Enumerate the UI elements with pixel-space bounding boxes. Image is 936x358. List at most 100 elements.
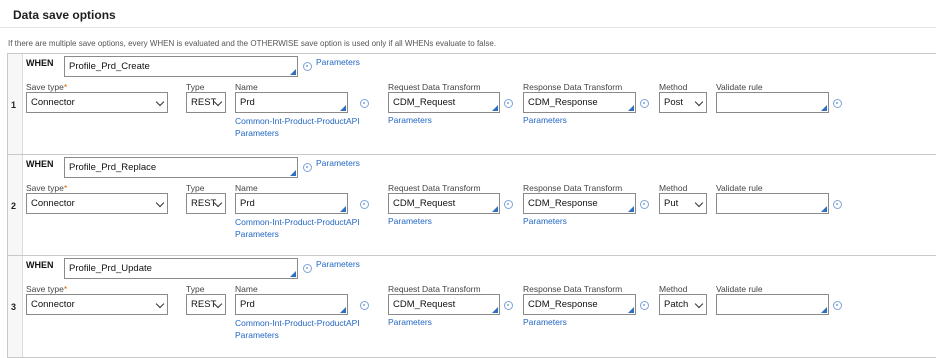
- name-class-link[interactable]: Common-Int-Product-ProductAPI: [235, 217, 360, 227]
- type-label: Type: [186, 82, 205, 92]
- type-select[interactable]: REST: [186, 92, 226, 113]
- validate-rule-input[interactable]: [716, 193, 829, 214]
- chevron-down-icon: [694, 299, 704, 309]
- section-divider: [0, 27, 936, 28]
- method-label: Method: [659, 82, 688, 92]
- validate-rule-input[interactable]: [716, 294, 829, 315]
- autocomplete-corner-icon: [492, 105, 498, 111]
- row-gutter: 3: [8, 256, 23, 357]
- save-type-select[interactable]: Connector: [26, 294, 168, 315]
- when-input[interactable]: Profile_Prd_Create: [64, 56, 298, 77]
- response-dt-label: Response Data Transform: [523, 284, 623, 294]
- gear-icon[interactable]: [360, 301, 369, 310]
- name-input[interactable]: Prd: [235, 193, 348, 214]
- name-parameters-link[interactable]: Parameters: [235, 229, 279, 239]
- response-dt-label: Response Data Transform: [523, 183, 623, 193]
- required-mark: *: [63, 183, 68, 193]
- name-label: Name: [235, 183, 258, 193]
- request-parameters-link[interactable]: Parameters: [388, 115, 432, 125]
- gear-icon[interactable]: [360, 200, 369, 209]
- type-select[interactable]: REST: [186, 193, 226, 214]
- response-dt-input[interactable]: CDM_Response: [523, 193, 636, 214]
- section-note: If there are multiple save options, ever…: [8, 39, 497, 48]
- autocomplete-corner-icon: [290, 69, 296, 75]
- name-label: Name: [235, 82, 258, 92]
- gear-icon[interactable]: [640, 99, 649, 108]
- gear-icon[interactable]: [640, 301, 649, 310]
- response-dt-input[interactable]: CDM_Response: [523, 294, 636, 315]
- gear-icon[interactable]: [504, 200, 513, 209]
- autocomplete-corner-icon: [340, 105, 346, 111]
- gear-icon[interactable]: [504, 301, 513, 310]
- type-select[interactable]: REST: [186, 294, 226, 315]
- save-option-row: 3 WHEN Profile_Prd_Update Parameters Sav…: [7, 255, 936, 358]
- autocomplete-corner-icon: [821, 105, 827, 111]
- autocomplete-corner-icon: [290, 271, 296, 277]
- type-label: Type: [186, 183, 205, 193]
- when-label: WHEN: [26, 260, 54, 270]
- save-type-select[interactable]: Connector: [26, 193, 168, 214]
- gear-icon[interactable]: [833, 99, 842, 108]
- autocomplete-corner-icon: [628, 307, 634, 313]
- when-parameters-link[interactable]: Parameters: [316, 259, 360, 269]
- type-label: Type: [186, 284, 205, 294]
- name-input[interactable]: Prd: [235, 294, 348, 315]
- gear-icon[interactable]: [303, 163, 312, 172]
- gear-icon[interactable]: [640, 200, 649, 209]
- chevron-down-icon: [155, 198, 165, 208]
- name-input[interactable]: Prd: [235, 92, 348, 113]
- request-parameters-link[interactable]: Parameters: [388, 216, 432, 226]
- validate-rule-input[interactable]: [716, 92, 829, 113]
- save-type-label: Save type*: [26, 82, 68, 92]
- save-type-label: Save type*: [26, 284, 68, 294]
- save-option-row: 2 WHEN Profile_Prd_Replace Parameters Sa…: [7, 154, 936, 257]
- request-dt-label: Request Data Transform: [388, 82, 481, 92]
- when-input[interactable]: Profile_Prd_Replace: [64, 157, 298, 178]
- method-select[interactable]: Patch: [659, 294, 707, 315]
- required-mark: *: [63, 82, 68, 92]
- response-parameters-link[interactable]: Parameters: [523, 317, 567, 327]
- name-parameters-link[interactable]: Parameters: [235, 330, 279, 340]
- method-label: Method: [659, 183, 688, 193]
- chevron-down-icon: [155, 97, 165, 107]
- method-select[interactable]: Put: [659, 193, 707, 214]
- when-label: WHEN: [26, 159, 54, 169]
- validate-rule-label: Validate rule: [716, 82, 763, 92]
- gear-icon[interactable]: [360, 99, 369, 108]
- name-class-link[interactable]: Common-Int-Product-ProductAPI: [235, 116, 360, 126]
- autocomplete-corner-icon: [821, 206, 827, 212]
- response-dt-input[interactable]: CDM_Response: [523, 92, 636, 113]
- row-index: 3: [11, 302, 17, 312]
- when-parameters-link[interactable]: Parameters: [316, 57, 360, 67]
- autocomplete-corner-icon: [628, 206, 634, 212]
- autocomplete-corner-icon: [340, 206, 346, 212]
- request-dt-input[interactable]: CDM_Request: [388, 92, 500, 113]
- method-select[interactable]: Post: [659, 92, 707, 113]
- when-parameters-link[interactable]: Parameters: [316, 158, 360, 168]
- chevron-down-icon: [694, 198, 704, 208]
- response-parameters-link[interactable]: Parameters: [523, 115, 567, 125]
- when-label: WHEN: [26, 58, 54, 68]
- gear-icon[interactable]: [833, 200, 842, 209]
- method-label: Method: [659, 284, 688, 294]
- request-parameters-link[interactable]: Parameters: [388, 317, 432, 327]
- gear-icon[interactable]: [833, 301, 842, 310]
- name-parameters-link[interactable]: Parameters: [235, 128, 279, 138]
- response-dt-label: Response Data Transform: [523, 82, 623, 92]
- name-label: Name: [235, 284, 258, 294]
- save-type-select[interactable]: Connector: [26, 92, 168, 113]
- request-dt-input[interactable]: CDM_Request: [388, 294, 500, 315]
- gear-icon[interactable]: [303, 264, 312, 273]
- when-input[interactable]: Profile_Prd_Update: [64, 258, 298, 279]
- row-gutter: 2: [8, 155, 23, 256]
- gear-icon[interactable]: [504, 99, 513, 108]
- name-class-link[interactable]: Common-Int-Product-ProductAPI: [235, 318, 360, 328]
- autocomplete-corner-icon: [821, 307, 827, 313]
- gear-icon[interactable]: [303, 62, 312, 71]
- validate-rule-label: Validate rule: [716, 284, 763, 294]
- request-dt-label: Request Data Transform: [388, 284, 481, 294]
- row-gutter: 1: [8, 54, 23, 155]
- autocomplete-corner-icon: [628, 105, 634, 111]
- request-dt-input[interactable]: CDM_Request: [388, 193, 500, 214]
- response-parameters-link[interactable]: Parameters: [523, 216, 567, 226]
